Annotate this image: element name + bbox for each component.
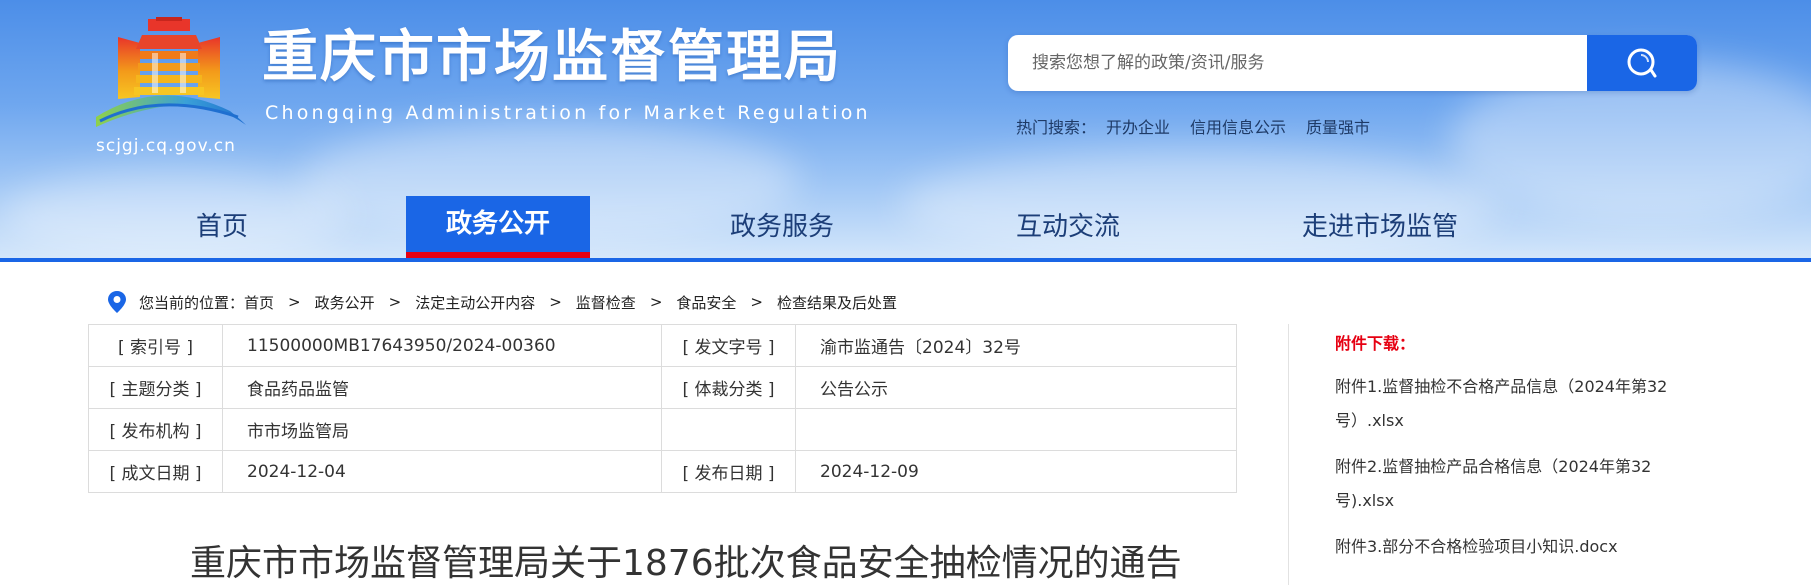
location-pin-icon	[108, 291, 126, 313]
meta-row: [ 发布机构 ] 市市场监管局	[88, 408, 1237, 451]
search-icon	[1627, 48, 1657, 78]
meta-row: [ 索引号 ] 11500000MB17643950/2024-00360 [ …	[88, 324, 1237, 367]
breadcrumb-separator: >	[649, 293, 663, 311]
breadcrumb-separator: >	[288, 293, 301, 311]
breadcrumb: 您当前的位置： 首页 > 政务公开 > 法定主动公开内容 > 监督检查 > 食品安…	[107, 288, 897, 316]
meta-value: 2024-12-04	[222, 450, 662, 493]
meta-key: [ 成文日期 ]	[88, 450, 223, 493]
meta-value: 市市场监管局	[222, 408, 662, 451]
search-box	[1008, 35, 1697, 91]
nav-item-about-regulation[interactable]: 走进市场监管	[1290, 196, 1470, 258]
search-button[interactable]	[1587, 35, 1697, 91]
breadcrumb-separator: >	[750, 293, 763, 311]
site-header: scjgj.cq.gov.cn 重庆市市场监督管理局 Chongqing Adm…	[0, 0, 1811, 262]
attachments-list: 附件1.监督抽检不合格产品信息（2024年第32号）.xlsx 附件2.监督抽检…	[1335, 370, 1675, 576]
site-subtitle: Chongqing Administration for Market Regu…	[265, 102, 871, 124]
main-nav: 首页 政务公开 政务服务 互动交流 走进市场监管	[0, 196, 1811, 258]
meta-key: [ 发布机构 ]	[88, 408, 223, 451]
logo-emblem-icon	[96, 17, 246, 127]
nav-item-home[interactable]: 首页	[160, 196, 284, 258]
attachments-heading: 附件下载：	[1335, 334, 1416, 353]
attachment-link[interactable]: 附件2.监督抽检产品合格信息（2024年第32号).xlsx	[1335, 450, 1675, 518]
nav-underline	[0, 258, 1811, 262]
meta-row: [ 成文日期 ] 2024-12-04 [ 发布日期 ] 2024-12-09	[88, 450, 1237, 493]
breadcrumb-prefix: 您当前的位置：	[139, 293, 245, 312]
meta-key: [ 体裁分类 ]	[661, 366, 796, 409]
meta-key: [ 索引号 ]	[88, 324, 223, 367]
document-meta-table: [ 索引号 ] 11500000MB17643950/2024-00360 [ …	[88, 324, 1237, 493]
breadcrumb-separator: >	[549, 293, 562, 311]
hot-search-link[interactable]: 开办企业	[1106, 118, 1170, 137]
meta-value: 公告公示	[795, 366, 1237, 409]
breadcrumb-item[interactable]: 监督检查	[576, 292, 636, 313]
breadcrumb-item[interactable]: 政务公开	[315, 292, 375, 313]
meta-key: [ 发布日期 ]	[661, 450, 796, 493]
site-title: 重庆市市场监督管理局	[262, 25, 842, 90]
meta-value	[795, 408, 1237, 451]
hot-search-link[interactable]: 信用信息公示	[1190, 118, 1286, 137]
hot-search-label: 热门搜索：	[1016, 118, 1097, 137]
hot-search-link[interactable]: 质量强市	[1306, 118, 1370, 137]
meta-value: 渝市监通告〔2024〕32号	[795, 324, 1237, 367]
meta-key: [ 主题分类 ]	[88, 366, 223, 409]
nav-item-interaction[interactable]: 互动交流	[998, 196, 1138, 258]
site-domain: scjgj.cq.gov.cn	[96, 136, 236, 156]
hot-search: 热门搜索： 开办企业 信用信息公示 质量强市	[1016, 114, 1370, 138]
breadcrumb-item[interactable]: 食品安全	[676, 292, 736, 313]
meta-value: 2024-12-09	[795, 450, 1237, 493]
meta-value: 11500000MB17643950/2024-00360	[222, 324, 662, 367]
search-input[interactable]	[1008, 35, 1588, 91]
meta-key: [ 发文字号 ]	[661, 324, 796, 367]
breadcrumb-item[interactable]: 首页	[244, 292, 274, 313]
meta-row: [ 主题分类 ] 食品药品监管 [ 体裁分类 ] 公告公示	[88, 366, 1237, 409]
nav-item-government-affairs[interactable]: 政务公开	[406, 196, 590, 258]
attachment-link[interactable]: 附件3.部分不合格检验项目小知识.docx	[1335, 530, 1675, 564]
sidebar-divider	[1288, 324, 1289, 585]
meta-key	[661, 408, 796, 451]
breadcrumb-item[interactable]: 法定主动公开内容	[415, 292, 535, 313]
attachment-link[interactable]: 附件1.监督抽检不合格产品信息（2024年第32号）.xlsx	[1335, 370, 1675, 438]
site-logo[interactable]	[90, 15, 250, 155]
article-title: 重庆市市场监督管理局关于1876批次食品安全抽检情况的通告	[190, 543, 1182, 584]
breadcrumb-item[interactable]: 检查结果及后处置	[777, 292, 897, 313]
breadcrumb-separator: >	[388, 293, 402, 311]
meta-value: 食品药品监管	[222, 366, 662, 409]
nav-item-government-services[interactable]: 政务服务	[712, 196, 852, 258]
